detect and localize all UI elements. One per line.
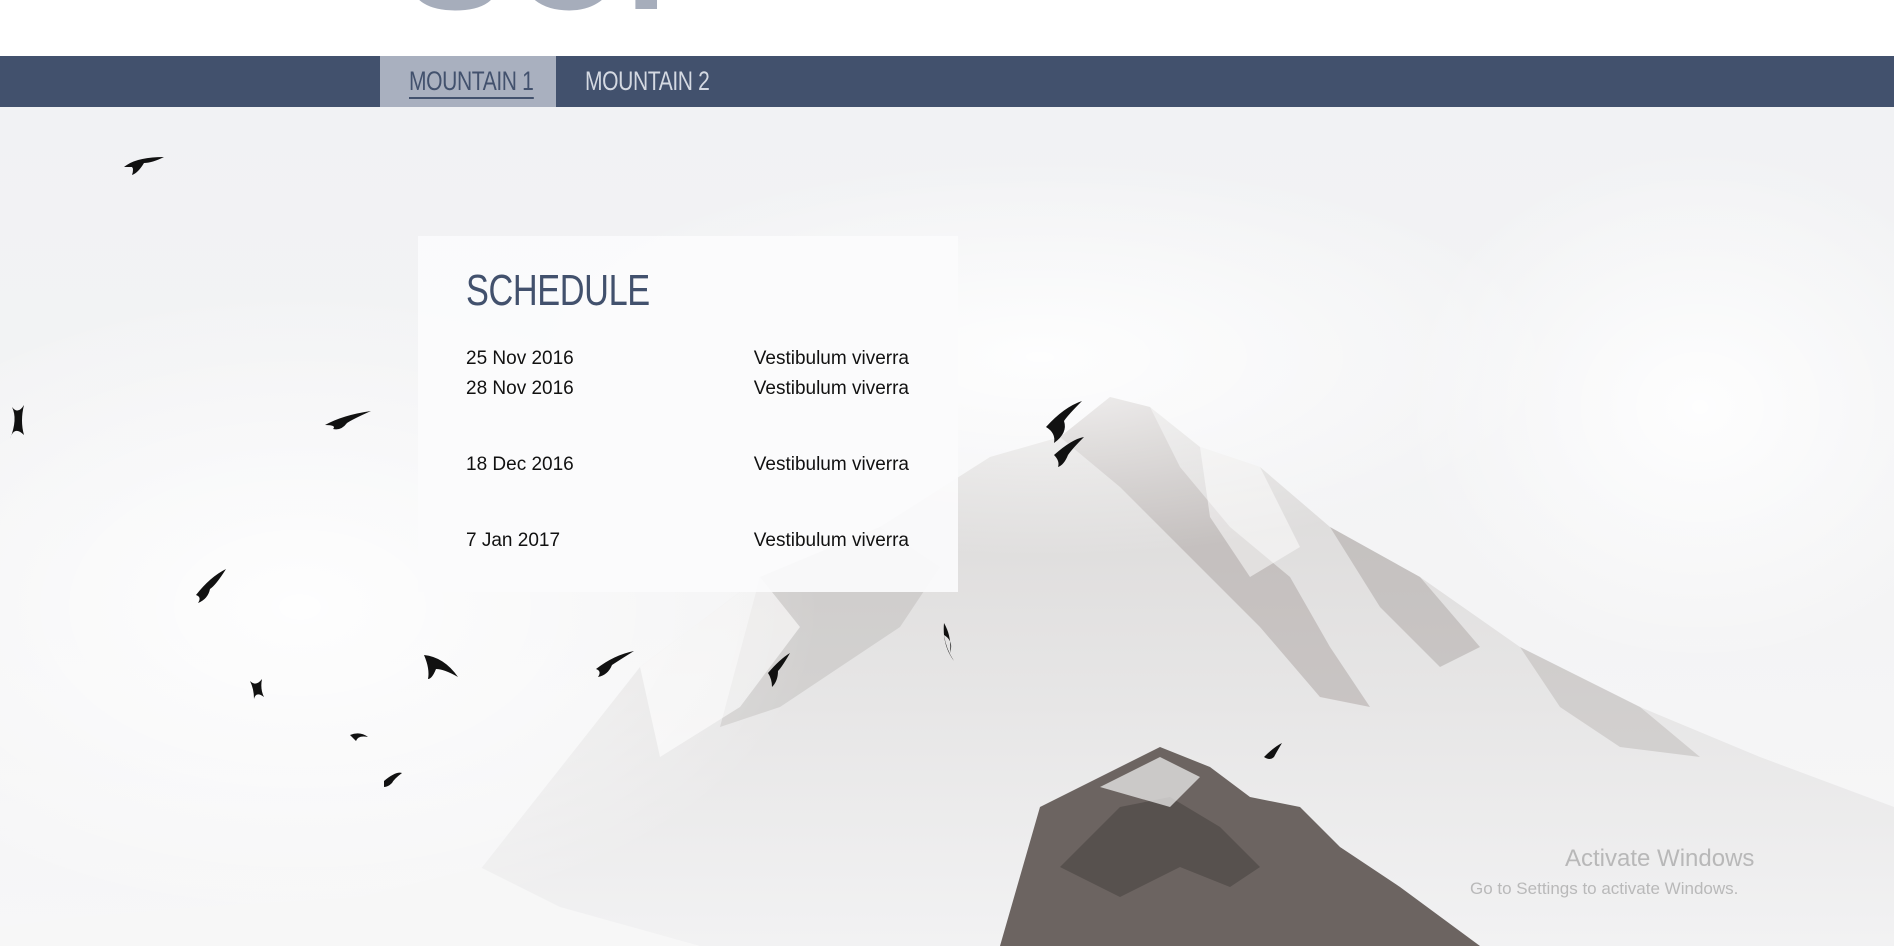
activate-windows-watermark: Activate Windows <box>1565 845 1755 872</box>
schedule-description: Vestibulum viverra <box>753 530 909 551</box>
tab-mountain-2[interactable]: MOUNTAIN 2 <box>585 56 710 107</box>
schedule-date: 18 Dec 2016 <box>466 454 574 475</box>
schedule-row: 25 Nov 2016 Vestibulum viverra <box>466 348 909 374</box>
tab-mountain-1-label: MOUNTAIN 1 <box>409 66 534 99</box>
tab-mountain-1[interactable]: MOUNTAIN 1 <box>409 56 534 107</box>
schedule-row: 18 Dec 2016 Vestibulum viverra <box>466 454 909 480</box>
schedule-title: SCHEDULE <box>466 266 650 315</box>
schedule-row: 7 Jan 2017 Vestibulum viverra <box>466 530 909 556</box>
schedule-date: 28 Nov 2016 <box>466 378 574 399</box>
schedule-card: SCHEDULE 25 Nov 2016 Vestibulum viverra … <box>418 236 958 592</box>
tab-mountain-2-label: MOUNTAIN 2 <box>585 66 710 96</box>
top-header: SCI <box>0 0 1894 56</box>
schedule-description: Vestibulum viverra <box>753 378 909 399</box>
schedule-row: 28 Nov 2016 Vestibulum viverra <box>466 378 909 404</box>
schedule-description: Vestibulum viverra <box>753 454 909 475</box>
schedule-date: 7 Jan 2017 <box>466 530 561 551</box>
site-title[interactable]: SCI <box>405 0 673 32</box>
schedule-description: Vestibulum viverra <box>753 348 909 369</box>
schedule-date: 25 Nov 2016 <box>466 348 574 369</box>
nav-bar: MOUNTAIN 1 MOUNTAIN 2 <box>0 56 1894 107</box>
activate-windows-subtext: Go to Settings to activate Windows. <box>1470 879 1739 898</box>
